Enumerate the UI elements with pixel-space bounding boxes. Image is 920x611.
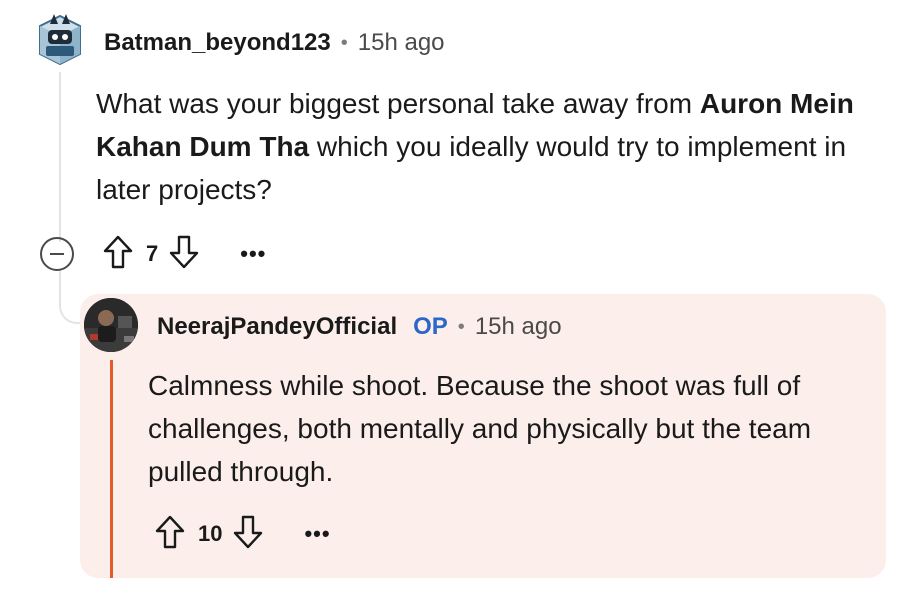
comment-text: What was your biggest personal take away… <box>96 88 700 119</box>
reply-meta: NeerajPandeyOfficial OP • 15h ago <box>157 310 562 344</box>
avatar[interactable] <box>84 298 138 352</box>
timestamp: 15h ago <box>474 313 562 340</box>
vote-count: 7 <box>146 241 159 266</box>
meta-separator: • <box>457 315 465 338</box>
comment-meta: Batman_beyond123 • 15h ago <box>104 26 445 60</box>
vote-count: 10 <box>198 521 223 546</box>
arrow-up-icon[interactable] <box>154 514 186 555</box>
username[interactable]: NeerajPandeyOfficial <box>157 313 397 341</box>
thread-line <box>59 72 61 242</box>
timestamp: 15h ago <box>357 29 445 56</box>
op-badge: OP <box>413 313 448 340</box>
vote-group: 7 <box>102 234 200 275</box>
username[interactable]: Batman_beyond123 <box>104 29 331 57</box>
vote-group: 10 <box>154 514 264 555</box>
minus-circle-icon[interactable] <box>40 237 74 271</box>
avatar[interactable] <box>36 12 84 68</box>
more-options-button[interactable]: ••• <box>240 243 266 265</box>
more-options-button[interactable]: ••• <box>304 523 330 545</box>
reply-body: Calmness while shoot. Because the shoot … <box>148 370 812 487</box>
arrow-down-icon[interactable] <box>168 234 200 275</box>
op-accent-bar <box>110 360 113 578</box>
reply-actions: 10 ••• <box>154 514 331 554</box>
arrow-up-icon[interactable] <box>102 234 134 275</box>
comment-body: What was your biggest personal take away… <box>96 82 886 211</box>
comment-thread: Batman_beyond123 • 15h ago What was your… <box>0 0 920 611</box>
arrow-down-icon[interactable] <box>232 514 264 555</box>
meta-separator: • <box>340 31 348 54</box>
comment-actions: 7 ••• <box>40 234 266 274</box>
